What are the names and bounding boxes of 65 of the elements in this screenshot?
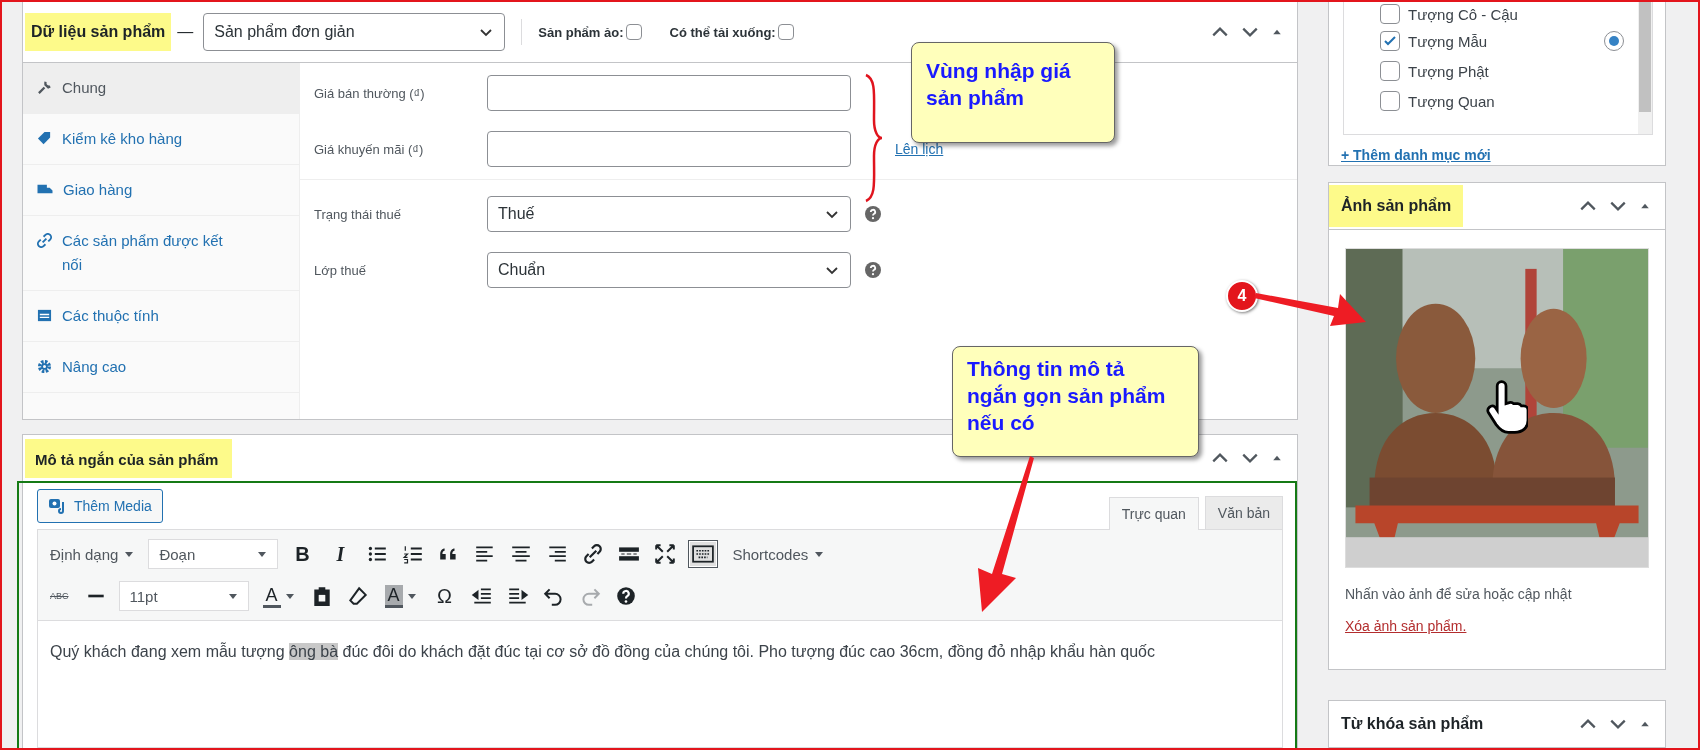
caret-icon (284, 591, 295, 601)
panel-tab[interactable]: Giao hàng (23, 165, 299, 216)
panel-title: Ảnh sản phẩm (1329, 184, 1464, 227)
toolbar-toggle-button[interactable] (688, 540, 719, 568)
special-character-button[interactable]: Ω (430, 582, 459, 610)
field-label: Giá khuyến mãi (₫) (314, 141, 425, 157)
field-label: Giá bán thường (₫) (314, 85, 426, 101)
panel-title: Từ khóa sản phẩm (1340, 715, 1485, 733)
select-field[interactable]: Chuẩn (487, 252, 851, 288)
field-label: Lớp thuế (314, 262, 367, 278)
caret-icon (406, 591, 417, 601)
caret-icon (814, 549, 825, 559)
checkbox[interactable] (1380, 91, 1400, 111)
panel-title: Dữ liệu sản phẩm (25, 13, 172, 51)
bold-button[interactable]: B (288, 540, 317, 568)
schedule-link[interactable]: Lên lịch (895, 141, 944, 157)
checkbox[interactable] (1380, 61, 1400, 81)
option-label: Có thể tải xuống: (669, 24, 776, 40)
category-label: Tượng Mẫu (1408, 32, 1488, 50)
field-label: Trạng thái thuế (314, 206, 402, 222)
dash: — (177, 23, 194, 41)
category-label: Tượng Cô - Cậu (1408, 5, 1518, 23)
panel-tab[interactable]: Các thuộc tính (23, 291, 299, 342)
description-text[interactable]: Quý khách đang xem mẫu tượng ông bà đúc đôi do khách đặt đúc tại cơ sở đồ đồng của chúng tôi. Pho tượng đúc cao 36cm, đồng đỏ nhập khẩu hàn quốc (38, 621, 1282, 683)
shortcodes-menu[interactable]: Shortcodes (728, 541, 829, 567)
image-hint: Nhấn vào ảnh để sửa hoặc cập nhật (1345, 585, 1573, 602)
caret-icon (124, 549, 135, 559)
caret-icon (257, 549, 268, 559)
panel-title: Mô tả ngắn của sản phẩm (25, 438, 233, 478)
format-menu[interactable]: Định dạng (46, 541, 139, 567)
remove-image-link[interactable]: Xóa ảnh sản phẩm. (1345, 617, 1649, 634)
panel-tab[interactable]: Chung (23, 63, 299, 114)
list-icon (37, 308, 52, 323)
caret-icon (227, 591, 238, 601)
category-label: Tượng Quan (1408, 92, 1495, 110)
category-label: Tượng Phật (1408, 62, 1489, 80)
callout: Thông tin mô tả ngắn gọn sản phẩm nếu có (952, 346, 1199, 457)
callout: Vùng nhập giá sản phẩm (911, 42, 1115, 143)
input-field[interactable] (487, 131, 851, 167)
checkbox[interactable] (625, 24, 642, 40)
font-size-select[interactable]: 11pt (118, 581, 249, 611)
add-media-button[interactable]: Thêm Media (37, 489, 163, 523)
checkbox[interactable] (1380, 31, 1400, 51)
checkbox[interactable] (1380, 4, 1400, 24)
select-field[interactable]: Thuế (487, 196, 851, 232)
tag-icon (37, 131, 52, 146)
link-icon (37, 233, 52, 248)
product-type-select[interactable]: Sản phẩm đơn giản (203, 13, 506, 51)
checkbox[interactable] (777, 24, 794, 40)
strikethrough-button[interactable]: ABC (46, 589, 73, 603)
option-label: Sản phẩm ảo: (538, 24, 624, 40)
text-color-button[interactable]: A (258, 582, 299, 610)
panel-tab[interactable]: Nâng cao (23, 342, 299, 393)
block-format-select[interactable]: Đoạn (148, 539, 279, 569)
scrollbar[interactable] (1638, 2, 1652, 134)
pointer-hand-icon (1484, 378, 1528, 435)
editor-tab[interactable]: Trực quan (1108, 497, 1199, 530)
italic-button[interactable]: I (326, 540, 355, 568)
panel-tab[interactable]: Các sản phẩm được kết nối (23, 216, 299, 291)
wrench-icon (37, 80, 52, 95)
background-color-button[interactable]: A (380, 582, 421, 610)
editor-tab[interactable]: Văn bản (1204, 496, 1283, 529)
add-category-link[interactable]: + Thêm danh mục mới (1341, 147, 1653, 163)
input-field[interactable] (487, 75, 851, 111)
panel-tab[interactable]: Kiểm kê kho hàng (23, 114, 299, 165)
